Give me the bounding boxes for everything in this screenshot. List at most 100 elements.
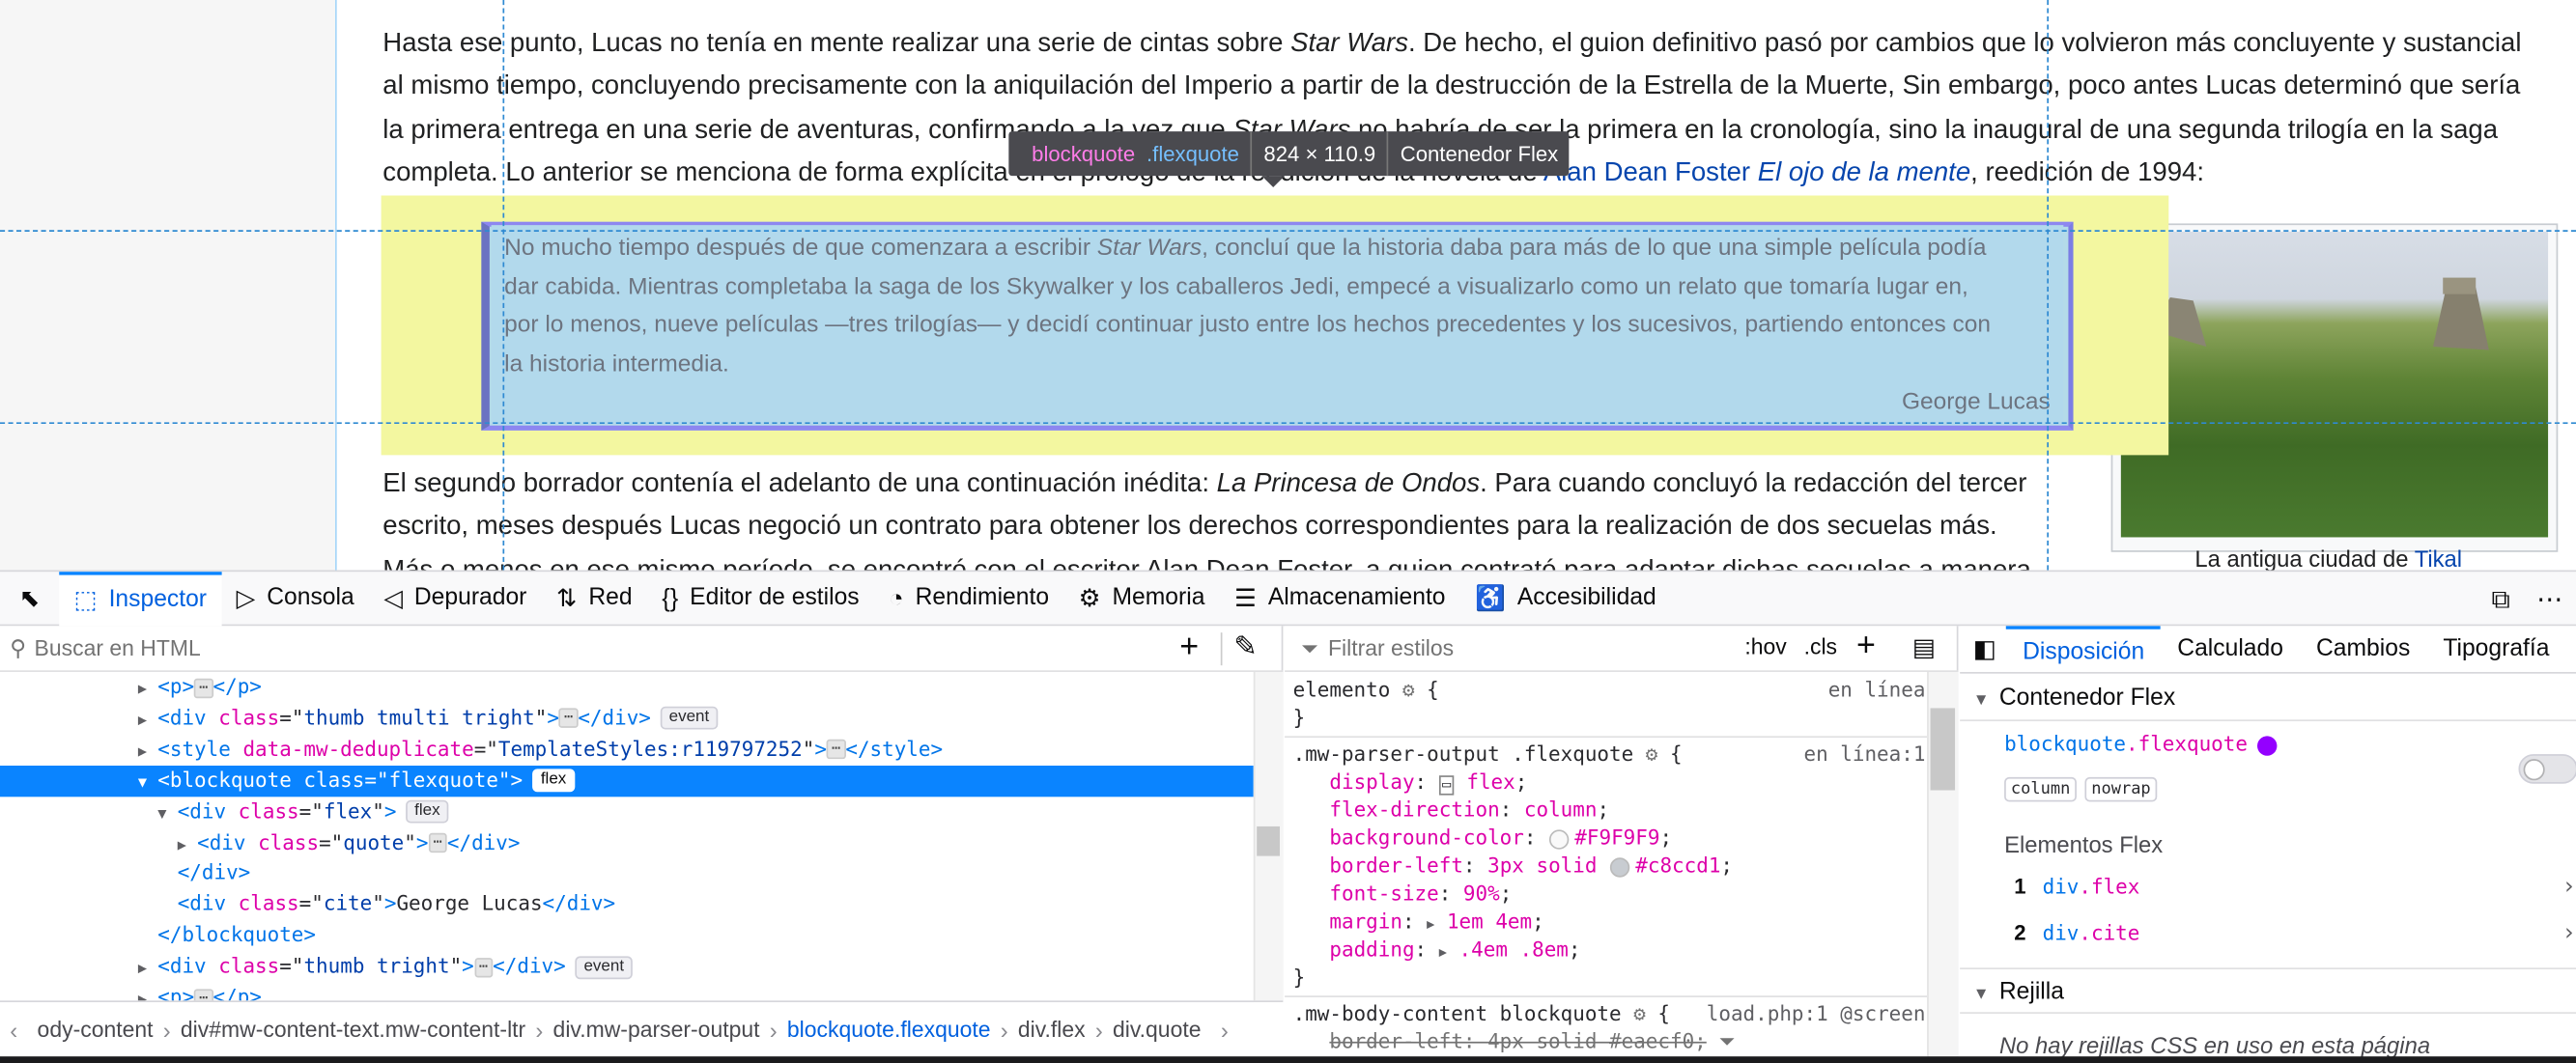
guide-line-right <box>2047 0 2050 571</box>
tab-inspector[interactable]: ⬚ Inspector <box>59 571 222 626</box>
breadcrumb-scroll-left-icon[interactable]: ‹ <box>0 1017 27 1043</box>
flex-items-label: Elementos Flex <box>2004 831 2164 858</box>
quote-line-4: la historia intermedia. <box>504 351 729 378</box>
sidebar-tab-calculado[interactable]: Calculado <box>2161 625 2300 672</box>
breadcrumb-item[interactable]: div.quote <box>1103 1017 1211 1042</box>
markup-node[interactable]: ▶<p>⋯</p> <box>0 672 1254 703</box>
class-toggle[interactable]: .cls <box>1804 634 1837 659</box>
breadcrumb-scroll-right-icon[interactable]: › <box>1211 1017 1238 1043</box>
infobar-size: 824 × 110.9 <box>1263 141 1376 166</box>
node-markup: <style data-mw-deduplicate="TemplateStyl… <box>157 737 944 761</box>
markup-scrollbar-thumb[interactable] <box>1257 825 1280 856</box>
link-el-ojo-de-la-mente[interactable]: El ojo de la mente <box>1758 158 1970 188</box>
sidebar-tab-tipografía[interactable]: Tipografía <box>2426 625 2565 672</box>
markup-node[interactable]: ▶ <div class="quote"> ⋯ </div> <box>0 827 1254 858</box>
toggle-sidebar-icon[interactable]: ◧ <box>1960 634 2006 664</box>
toggle-knob <box>2523 759 2545 781</box>
expand-twisty-icon[interactable]: ▶ <box>138 955 157 986</box>
markup-node[interactable]: ▼ <div class="flex"> flex <box>0 797 1254 827</box>
chevron-right-icon[interactable]: › <box>2564 920 2574 946</box>
expand-twisty-icon[interactable]: ▶ <box>138 738 157 769</box>
rule-element-selector[interactable]: elemento ⚙ {en línea <box>1293 677 1926 705</box>
tab-consola[interactable]: ▷ Consola <box>221 571 369 625</box>
node-markup: </blockquote> <box>157 923 316 947</box>
tab-accesibilidad[interactable]: ♿ Accesibilidad <box>1460 571 1671 625</box>
markup-node[interactable]: </div> <box>0 858 1254 889</box>
rules-scrollbar-thumb[interactable] <box>1930 708 1956 791</box>
sidebar-tab-disposición[interactable]: Disposición <box>2006 625 2162 672</box>
css-declaration[interactable]: flex-direction: column; <box>1293 797 1926 825</box>
css-declaration[interactable]: background-color: #F9F9F9; <box>1293 825 1926 853</box>
css-declaration[interactable]: margin: ▶ 1em 4em; <box>1293 909 1926 937</box>
breadcrumb-item[interactable]: blockquote.flexquote <box>778 1017 1001 1042</box>
eyedropper-icon[interactable]: ✎ <box>1233 630 1257 663</box>
expand-twisty-icon[interactable]: ▼ <box>157 799 177 830</box>
filter-icon: ⏷ <box>1718 1029 1736 1053</box>
node-markup: <blockquote class="flexquote"> <box>157 768 524 792</box>
link-alan-dean-foster[interactable]: Alan Dean Foster <box>1543 158 1750 188</box>
print-media-icon[interactable]: ▤ <box>1912 632 1936 662</box>
css-declaration[interactable]: border-left: 3px solid #c8ccd1; <box>1293 853 1926 881</box>
breadcrumb-item[interactable]: div.mw-parser-output <box>543 1017 769 1042</box>
p2-line-3: Más o menos en ese mismo período, se enc… <box>382 554 2031 571</box>
flex-container-selector[interactable]: blockquote.flexquote <box>2004 733 2278 756</box>
badge-nowrap: nowrap <box>2084 776 2158 802</box>
flex-highlight-color[interactable] <box>2257 735 2278 755</box>
css-declaration[interactable]: padding: ▶ .4em .8em; <box>1293 937 1926 965</box>
badge-event[interactable]: event <box>575 955 633 979</box>
markup-node[interactable]: </blockquote> <box>0 920 1254 951</box>
rule-body-blockquote-selector[interactable]: .mw-body-content blockquote ⚙ {load.php:… <box>1293 1000 1926 1028</box>
tab-label: Rendimiento <box>915 584 1050 612</box>
tab-almacenamiento[interactable]: ☰ Almacenamiento <box>1220 571 1460 625</box>
tab-depurador[interactable]: ◁ Depurador <box>369 571 542 625</box>
filter-styles-input[interactable]: Filtrar estilos <box>1328 636 1454 661</box>
markup-node[interactable]: ▶ <div class="thumb tright"> ⋯ </div> event <box>0 951 1254 982</box>
css-declaration[interactable]: display: ▭ flex; <box>1293 769 1926 797</box>
expand-twisty-icon[interactable]: ▶ <box>138 675 157 706</box>
breadcrumb-item[interactable]: div#mw-content-text.mw-content-ltr <box>171 1017 536 1042</box>
devtools-toolbar: ⬉ ⬚ Inspector ▷ Consola ◁ Depurador ⇅ Red {} Edit… <box>0 570 2576 627</box>
markup-node[interactable]: ▶ <div class="thumb tmulti tright"> ⋯ </div… <box>0 703 1254 734</box>
element-picker-button[interactable]: ⬉ <box>0 571 59 625</box>
sidebar-tab-cambios[interactable]: Cambios <box>2300 625 2426 672</box>
tab-label: Memoria <box>1112 584 1205 612</box>
css-declaration-overridden[interactable]: border-left: 4px solid #eaecf0; ⏷ <box>1293 1028 1926 1056</box>
add-rule-icon[interactable]: + <box>1856 628 1876 665</box>
flex-item-1[interactable]: 1 div.flex <box>2014 874 2139 899</box>
badge-flex[interactable]: flex <box>532 769 575 793</box>
devtools-window: Hasta ese punto, Lucas no tenía en mente… <box>0 0 2576 1063</box>
rule-flexquote-selector[interactable]: .mw-parser-output .flexquote ⚙ {en línea… <box>1293 741 1926 769</box>
tab-editor-de-estilos[interactable]: {} Editor de estilos <box>647 571 874 625</box>
chevron-right-icon[interactable]: › <box>2564 874 2574 900</box>
breadcrumb-item[interactable]: div.flex <box>1008 1017 1095 1042</box>
add-node-icon[interactable]: + <box>1179 629 1199 667</box>
expand-twisty-icon[interactable]: ▶ <box>138 707 157 738</box>
flex-container-header[interactable]: ▼ Contenedor Flex <box>1960 675 2576 722</box>
tab-label: Consola <box>267 584 354 612</box>
expand-twisty-icon[interactable]: ▼ <box>138 769 157 799</box>
dock-icon[interactable]: ⧉ <box>2478 582 2524 615</box>
more-options-icon[interactable]: ⋯ <box>2524 583 2576 614</box>
expand-twisty-icon[interactable]: ▶ <box>178 830 197 861</box>
markup-node-selected[interactable]: ▼ <blockquote class="flexquote"> flex <box>0 765 1254 799</box>
node-markup: </div> <box>177 861 251 885</box>
badge-event[interactable]: event <box>661 707 718 731</box>
badge-flex[interactable]: flex <box>406 799 449 824</box>
layout-panel: ◧ Disposición Calculado Cambios Tipografía … <box>1960 625 2576 1058</box>
tab-icon: ⚙ <box>1078 584 1101 613</box>
tab-memoria[interactable]: ⚙ Memoria <box>1063 571 1219 625</box>
hover-state-toggle[interactable]: :hov <box>1744 634 1786 659</box>
flex-item-2[interactable]: 2 div.cite <box>2014 920 2139 945</box>
markup-search-input[interactable]: Buscar en HTML <box>35 636 201 661</box>
web-page: Hasta ese punto, Lucas no tenía en mente… <box>0 0 2576 571</box>
no-grid-message: No hay rejillas CSS en uso en esta págin… <box>1998 1031 2431 1058</box>
breadcrumb-item[interactable]: ody-content <box>27 1017 162 1042</box>
markup-node[interactable]: <div class="cite">George Lucas</div> <box>0 889 1254 920</box>
css-declaration[interactable]: font-size: 90%; <box>1293 881 1926 909</box>
tab-rendimiento[interactable]: ◔ Rendimiento <box>874 571 1063 625</box>
gear-icon: ⚙ <box>1645 742 1658 766</box>
grid-header[interactable]: ▼ Rejilla <box>1960 967 2576 1014</box>
tab-red[interactable]: ⇅ Red <box>542 571 647 625</box>
tab-icon: ◔ <box>889 583 904 612</box>
markup-node[interactable]: ▶ <style data-mw-deduplicate="TemplateSty… <box>0 734 1254 765</box>
